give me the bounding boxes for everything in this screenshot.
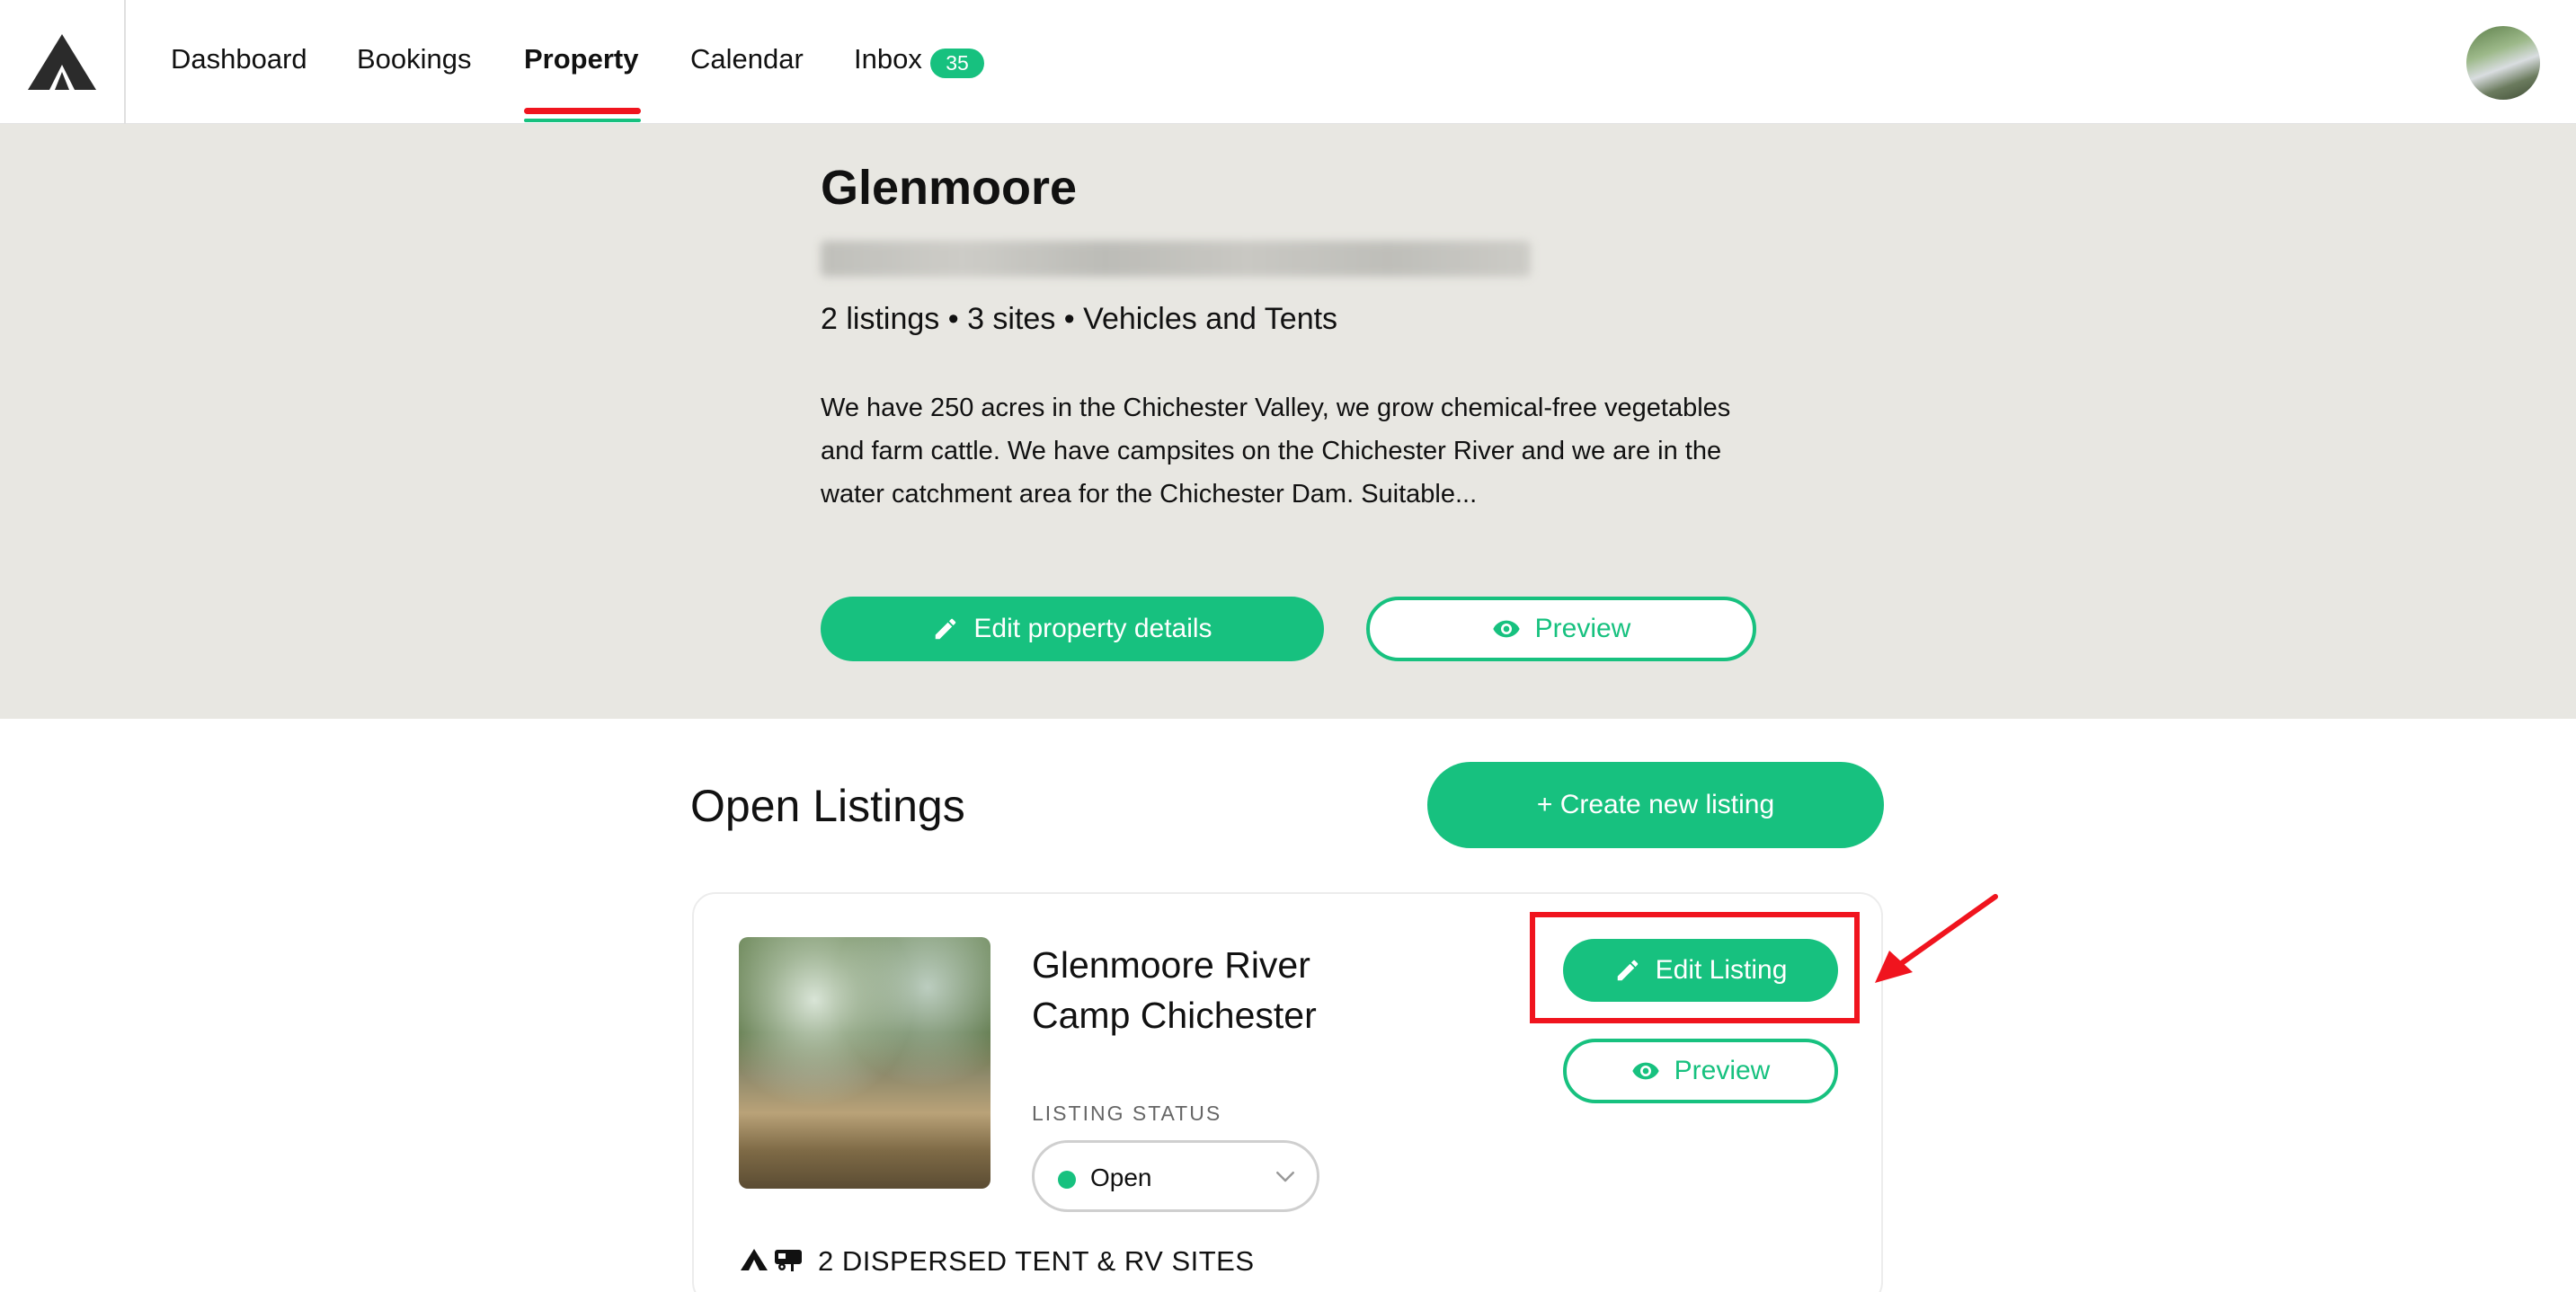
nav-property[interactable]: Property [524,43,638,75]
tent-icon [739,1247,769,1277]
highlight-box-annotation [1530,912,1860,1023]
rv-icon [773,1246,805,1278]
top-navigation: Dashboard Bookings Property Calendar Inb… [0,0,2576,124]
property-address-redacted [821,241,1531,277]
nav-bookings[interactable]: Bookings [357,43,472,75]
listing-status-value: Open [1090,1164,1152,1191]
preview-property-label: Preview [1534,614,1631,643]
chevron-down-icon [1272,1163,1299,1194]
eye-icon [1631,1057,1660,1085]
status-dot [1058,1171,1076,1189]
avatar[interactable] [2466,26,2540,100]
nav-calendar[interactable]: Calendar [690,43,804,75]
nav-dashboard[interactable]: Dashboard [171,43,307,75]
preview-listing-label: Preview [1674,1056,1771,1085]
listing-title[interactable]: Glenmoore River Camp Chichester [1032,940,1355,1040]
listing-status-label: LISTING STATUS [1032,1102,1222,1125]
nav-inbox[interactable]: Inbox [854,43,922,75]
preview-property-button[interactable]: Preview [1366,597,1756,661]
create-listing-button[interactable]: + Create new listing [1427,762,1884,848]
active-tab-accent [524,119,641,122]
listing-sites-label: 2 DISPERSED TENT & RV SITES [818,1245,1255,1277]
listing-photo[interactable] [739,937,990,1189]
inbox-count-badge: 35 [930,49,984,78]
pencil-icon [932,615,959,642]
property-title: Glenmoore [821,161,1078,215]
open-listings-heading: Open Listings [690,781,965,831]
listing-status-select[interactable]: Open [1032,1140,1319,1212]
listing-sites: 2 DISPERSED TENT & RV SITES [739,1243,1255,1279]
active-tab-underline [524,108,641,114]
preview-listing-button[interactable]: Preview [1563,1039,1838,1103]
edit-property-button[interactable]: Edit property details [821,597,1324,661]
create-listing-label: + Create new listing [1536,790,1775,819]
property-meta: 2 listings • 3 sites • Vehicles and Tent… [821,302,1338,336]
logo[interactable] [0,0,126,124]
edit-property-label: Edit property details [973,614,1212,643]
property-description: We have 250 acres in the Chichester Vall… [821,394,1731,509]
eye-icon [1492,615,1521,643]
arrow-annotation [1875,894,1998,983]
logo-tent-icon [28,34,96,90]
